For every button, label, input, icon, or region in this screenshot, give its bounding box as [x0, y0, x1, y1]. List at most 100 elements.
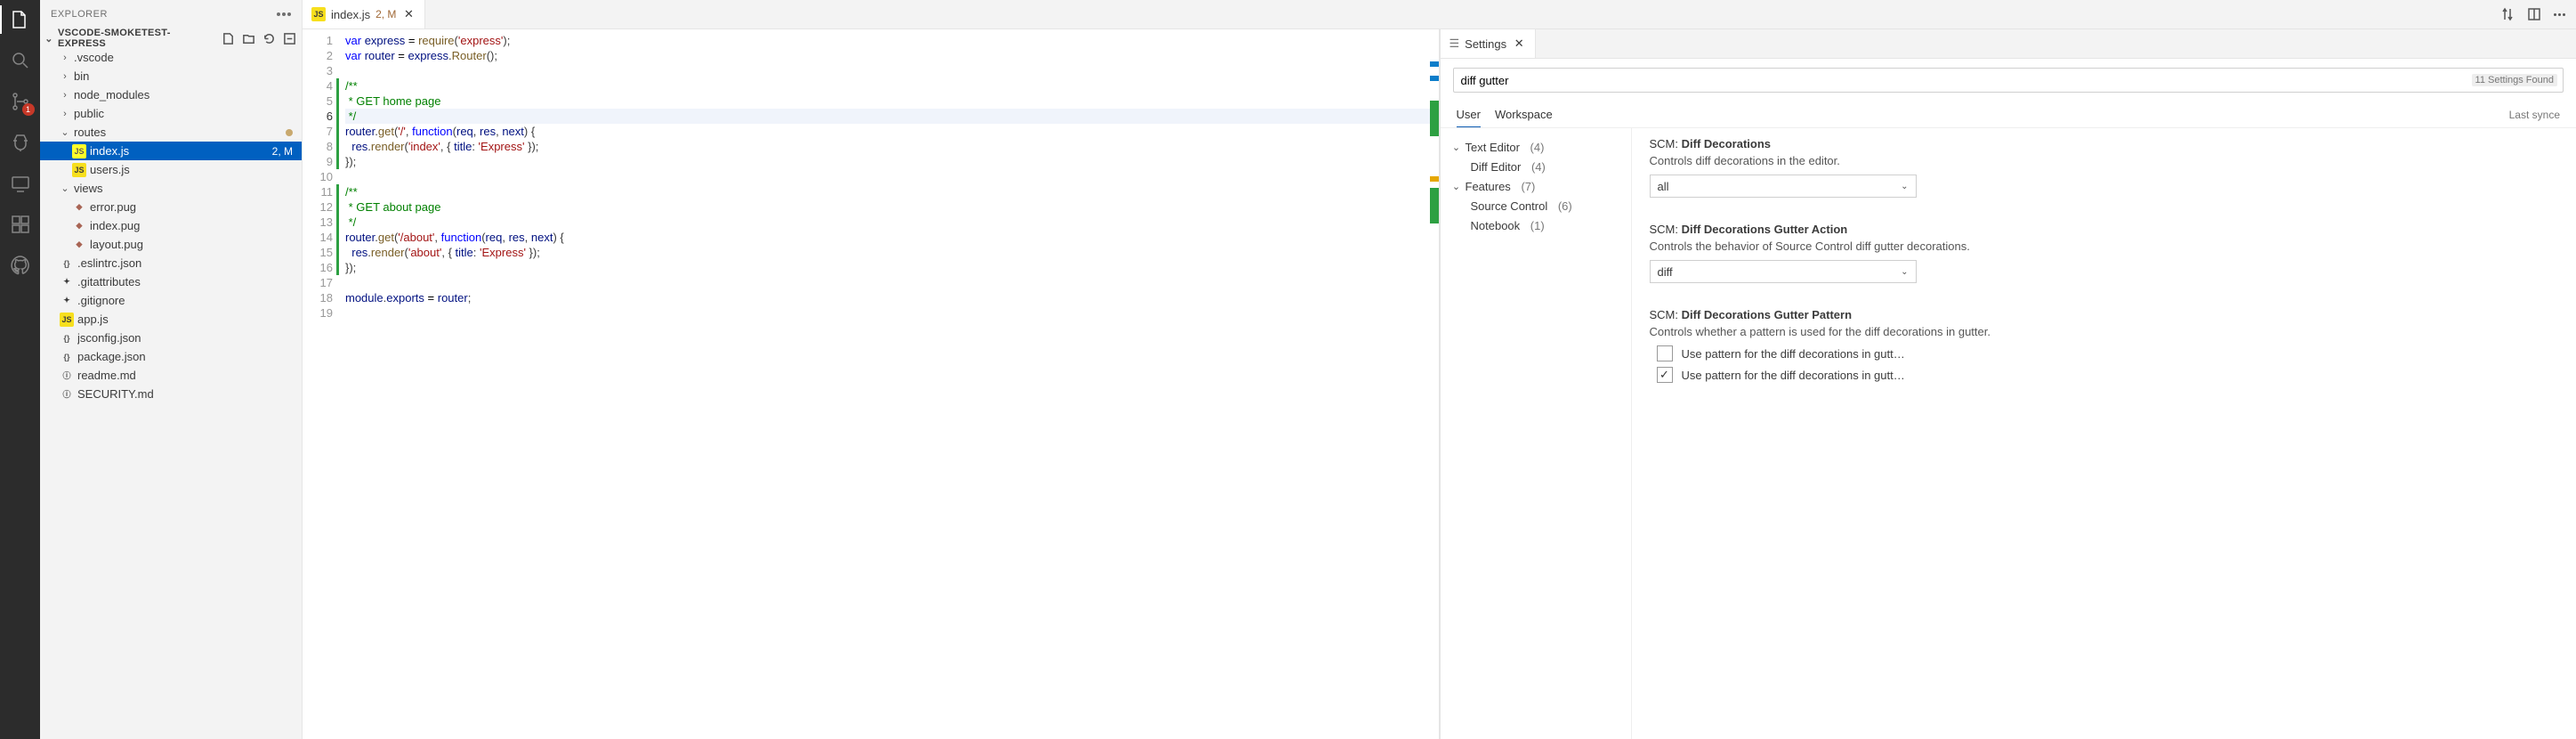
code-content[interactable]: var express = require('express'); var ro… [345, 29, 1439, 739]
settings-panel: ☰ Settings ✕ 11 Settings Found User Work… [1440, 29, 2576, 739]
collapse-icon[interactable] [283, 32, 296, 45]
overview-mark [1430, 76, 1439, 81]
toc-text-editor[interactable]: ⌄Text Editor (4) [1451, 137, 1620, 157]
refresh-icon[interactable] [262, 32, 276, 45]
modified-indicator-icon [286, 129, 293, 136]
pug-file-icon: ◆ [72, 200, 86, 215]
code-editor[interactable]: 12345678910111213141516171819 var expres… [303, 29, 1439, 739]
activity-debug[interactable] [8, 130, 33, 155]
checkbox-checked-icon[interactable] [1657, 367, 1673, 383]
settings-search-input[interactable] [1461, 74, 2556, 87]
scope-user[interactable]: User [1457, 102, 1481, 127]
close-icon[interactable]: ✕ [1512, 37, 1526, 51]
info-file-icon: ⓘ [60, 387, 74, 402]
folder-name: VSCODE-SMOKETEST-EXPRESS [58, 28, 218, 49]
explorer-more-icon[interactable] [277, 12, 291, 16]
overview-mark [1430, 188, 1439, 223]
folder-section-header[interactable]: ⌄ VSCODE-SMOKETEST-EXPRESS [40, 28, 302, 48]
settings-list[interactable]: SCM: Diff Decorations Controls diff deco… [1632, 128, 2576, 739]
file-jsconfig[interactable]: {}jsconfig.json [40, 329, 302, 347]
file-gitattributes[interactable]: ✦.gitattributes [40, 272, 302, 291]
scope-workspace[interactable]: Workspace [1495, 102, 1553, 126]
last-synced-label: Last synce [2509, 109, 2560, 121]
file-app-js[interactable]: JSapp.js [40, 310, 302, 329]
overview-ruler[interactable] [1428, 29, 1439, 739]
git-file-icon: ✦ [60, 294, 74, 308]
settings-found-count: 11 Settings Found [2472, 74, 2557, 86]
activity-remote[interactable] [8, 171, 33, 196]
editor-split: 12345678910111213141516171819 var expres… [303, 29, 2576, 739]
activity-extensions[interactable] [8, 212, 33, 237]
checkbox-icon[interactable] [1657, 345, 1673, 361]
toc-notebook[interactable]: Notebook (1) [1451, 215, 1620, 235]
file-users-js[interactable]: JSusers.js [40, 160, 302, 179]
editor-actions [2500, 0, 2576, 28]
folder-views[interactable]: ⌄views [40, 179, 302, 198]
file-security[interactable]: ⓘSECURITY.md [40, 385, 302, 403]
settings-icon: ☰ [1450, 37, 1460, 51]
folder-node-modules[interactable]: ›node_modules [40, 85, 302, 104]
pug-file-icon: ◆ [72, 219, 86, 233]
folder-vscode[interactable]: ›.vscode [40, 48, 302, 67]
split-editor-icon[interactable] [2527, 7, 2541, 21]
folder-public[interactable]: ›public [40, 104, 302, 123]
overview-mark [1430, 61, 1439, 67]
chevron-right-icon: › [60, 53, 70, 63]
settings-content: ⌄Text Editor (4) Diff Editor (4) ⌄Featur… [1441, 128, 2576, 739]
chevron-down-icon: ⌄ [1901, 267, 1908, 277]
setting-gutter-action: SCM: Diff Decorations Gutter Action Cont… [1650, 223, 2559, 283]
close-icon[interactable]: ✕ [401, 7, 416, 21]
file-index-pug[interactable]: ◆index.pug [40, 216, 302, 235]
tab-label: index.js [331, 8, 370, 21]
explorer-header: EXPLORER [40, 0, 302, 28]
activity-explorer[interactable] [8, 7, 33, 32]
toc-features[interactable]: ⌄Features (7) [1451, 176, 1620, 196]
activity-search[interactable] [8, 48, 33, 73]
tab-index-js[interactable]: JS index.js 2, M ✕ [303, 0, 425, 28]
overview-mark [1430, 101, 1439, 136]
toc-diff-editor[interactable]: Diff Editor (4) [1451, 157, 1620, 176]
json-file-icon: {} [60, 350, 74, 364]
chevron-down-icon: ⌄ [1451, 142, 1462, 153]
chevron-down-icon: ⌄ [1451, 181, 1462, 192]
setting-description: Controls diff decorations in the editor. [1650, 154, 2559, 167]
new-file-icon[interactable] [222, 32, 235, 45]
file-package-json[interactable]: {}package.json [40, 347, 302, 366]
gutter-pattern-checkbox-1[interactable]: Use pattern for the diff decorations in … [1650, 345, 2559, 361]
activity-scm[interactable]: 1 [8, 89, 33, 114]
file-eslintrc[interactable]: {}.eslintrc.json [40, 254, 302, 272]
tab-label: Settings [1465, 37, 1506, 51]
settings-scopes: User Workspace Last synce [1441, 102, 2576, 128]
file-tree: ›.vscode ›bin ›node_modules ›public ⌄rou… [40, 48, 302, 403]
activity-github[interactable] [8, 253, 33, 278]
activity-bar: 1 [0, 0, 40, 739]
settings-search[interactable]: 11 Settings Found [1453, 68, 2564, 93]
file-index-js[interactable]: JSindex.js2, M [40, 142, 302, 160]
folder-bin[interactable]: ›bin [40, 67, 302, 85]
editor-more-icon[interactable] [2554, 13, 2565, 16]
gutter-action-select[interactable]: diff⌄ [1650, 260, 1917, 283]
compare-icon[interactable] [2500, 7, 2515, 21]
diff-decorations-select[interactable]: all⌄ [1650, 175, 1917, 198]
chevron-down-icon: ⌄ [44, 33, 54, 45]
tab-settings[interactable]: ☰ Settings ✕ [1441, 29, 1537, 58]
new-folder-icon[interactable] [242, 32, 255, 45]
git-file-icon: ✦ [60, 275, 74, 289]
file-layout-pug[interactable]: ◆layout.pug [40, 235, 302, 254]
chevron-right-icon: › [60, 90, 70, 101]
file-error-pug[interactable]: ◆error.pug [40, 198, 302, 216]
editor-tabs: JS index.js 2, M ✕ [303, 0, 2576, 29]
setting-diff-decorations: SCM: Diff Decorations Controls diff deco… [1650, 137, 2559, 198]
js-file-icon: JS [311, 7, 326, 21]
file-readme[interactable]: ⓘreadme.md [40, 366, 302, 385]
folder-routes[interactable]: ⌄routes [40, 123, 302, 142]
gutter-pattern-checkbox-2[interactable]: Use pattern for the diff decorations in … [1650, 367, 2559, 383]
chevron-right-icon: › [60, 71, 70, 82]
diff-gutter-add[interactable] [336, 184, 339, 275]
file-gitignore[interactable]: ✦.gitignore [40, 291, 302, 310]
toc-source-control[interactable]: Source Control (6) [1451, 196, 1620, 215]
json-file-icon: {} [60, 331, 74, 345]
diff-gutter-add[interactable] [336, 78, 339, 169]
pug-file-icon: ◆ [72, 238, 86, 252]
settings-toc: ⌄Text Editor (4) Diff Editor (4) ⌄Featur… [1441, 128, 1632, 739]
